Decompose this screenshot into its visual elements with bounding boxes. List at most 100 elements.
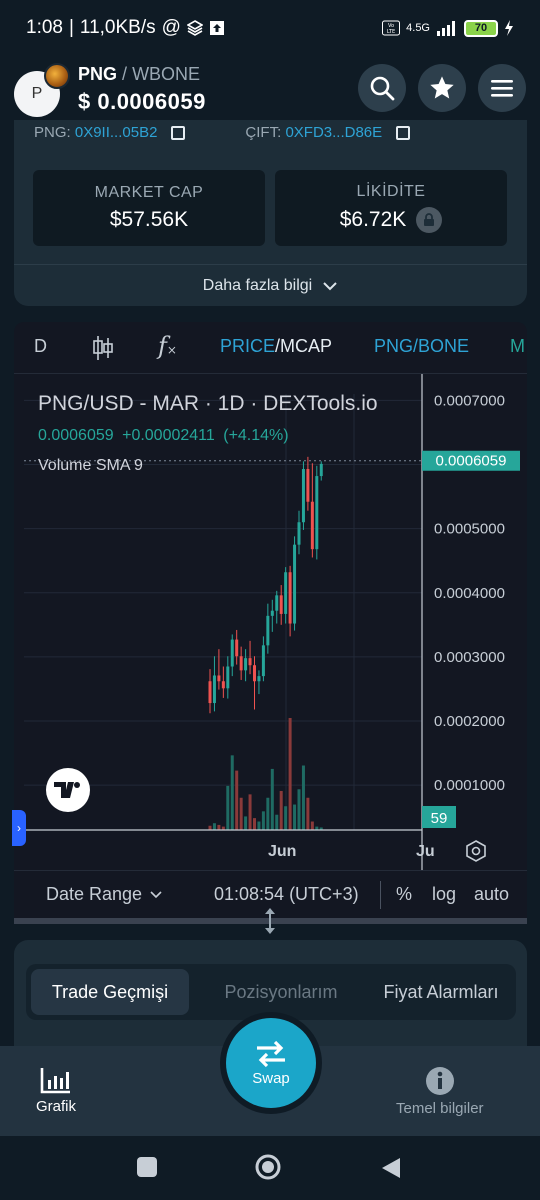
tab-trade-history[interactable]: Trade Geçmişi [31, 969, 189, 1015]
back-triangle-icon [382, 1158, 400, 1178]
nav-info[interactable]: Temel bilgiler [396, 1066, 484, 1117]
home-button[interactable] [254, 1153, 282, 1186]
chart-time: 01:08:54 (UTC+3) [214, 884, 359, 904]
candlestick-icon[interactable] [92, 334, 114, 367]
menu-button[interactable] [478, 64, 526, 112]
mcap-toggle-label: MCAP [280, 336, 333, 356]
more-toolbar-item[interactable]: M [510, 336, 525, 357]
volume-bar [239, 797, 243, 830]
volume-bar [306, 797, 310, 830]
pair-toggle[interactable]: PNG/BONE [374, 336, 469, 357]
back-button[interactable] [380, 1156, 402, 1185]
network-speed: 11,0KB/s [79, 17, 156, 38]
chevron-right-icon: › [17, 821, 21, 835]
base-symbol: PNG [78, 63, 118, 84]
candle [319, 463, 323, 477]
status-bar: 1:08 | 11,0KB/s @ Vo LTE 4.5G 70 [0, 0, 540, 56]
legend-change: +0.00002411 [122, 427, 215, 444]
square-icon [137, 1157, 157, 1177]
lock-icon[interactable] [416, 207, 443, 233]
candle [288, 572, 292, 624]
tab-price-alerts[interactable]: Fiyat Alarmları [366, 969, 516, 1015]
candle [261, 645, 265, 677]
y-tick-label: 0.0001000 [434, 777, 505, 794]
date-range-label: Date Range [46, 884, 143, 904]
hamburger-icon [491, 80, 513, 97]
layers-icon [186, 20, 203, 36]
more-info-button[interactable]: Daha fazla bilgi [14, 270, 527, 302]
volume-bar [253, 818, 256, 830]
volume-bar [261, 811, 265, 830]
candle [212, 675, 216, 704]
token-info-card: PNG: 0X9II...05B2 ÇIFT: 0XFD3...D86E MAR… [14, 120, 527, 306]
candle [235, 639, 239, 657]
liquidity-box: LİKİDİTE $6.72K [275, 170, 507, 246]
price-chart[interactable]: 0.00070000.00060000.00050000.00040000.00… [14, 374, 527, 870]
chart-panel: D f× PRICE/MCAP PNG/BONE M 0.0007000 0.00… [14, 322, 527, 924]
side-panel-toggle[interactable]: › [12, 810, 26, 846]
candle [279, 595, 283, 614]
volume-bar [266, 797, 270, 830]
auto-toggle[interactable]: auto [474, 884, 509, 905]
clock: 1:08 [26, 17, 63, 38]
tab-positions[interactable]: Pozisyonlarım [206, 969, 356, 1015]
legend-last-price: 0.0006059 [38, 427, 114, 444]
volume-bar [293, 804, 297, 830]
copy-icon[interactable] [396, 126, 411, 140]
y-tick-label: 0.0005000 [434, 521, 505, 538]
copy-icon[interactable] [171, 126, 186, 140]
indicators-icon[interactable]: f× [158, 332, 177, 360]
interval-button[interactable]: D [34, 336, 47, 357]
network-type: 4.5G [406, 22, 430, 34]
chart-title: PNG/USD - MAR · 1D · DEXTools.io [38, 392, 378, 415]
nav-chart[interactable]: Grafik [36, 1066, 76, 1115]
volume-bar [288, 718, 292, 830]
market-cap-value: $57.56K [109, 208, 189, 231]
candle [257, 676, 261, 682]
nav-info-label: Temel bilgiler [396, 1100, 484, 1117]
resize-handle[interactable] [262, 906, 278, 936]
battery-indicator: 70 [464, 19, 498, 37]
liquidity-value: $6.72K [339, 208, 407, 231]
chevron-down-icon [323, 282, 337, 291]
search-icon [370, 76, 395, 101]
tradingview-logo[interactable] [46, 768, 90, 812]
candle [226, 666, 230, 689]
pair-address-label: ÇIFT: [245, 124, 282, 141]
date-range-button[interactable]: Date Range [46, 884, 162, 905]
status-divider: | [68, 17, 74, 38]
candle [208, 681, 212, 704]
system-nav-bar [0, 1136, 540, 1200]
token-avatar[interactable]: P [14, 63, 70, 117]
candle [293, 544, 297, 624]
candle [253, 665, 256, 682]
favorite-button[interactable] [418, 64, 466, 112]
star-icon [430, 76, 454, 99]
volte-icon: Vo LTE [382, 19, 401, 37]
x-tick-label: Jun [268, 843, 296, 860]
signal-icon [436, 20, 458, 36]
liquidity-label: LİKİDİTE [356, 183, 426, 200]
candle [301, 469, 305, 523]
log-toggle[interactable]: log [432, 884, 456, 905]
x-tick-label: Ju [416, 843, 435, 860]
swap-button[interactable]: Swap [226, 1018, 316, 1108]
candle [275, 595, 279, 611]
candle [297, 522, 301, 545]
fx-label: f [158, 332, 167, 360]
volume-bar [297, 789, 301, 830]
volume-bar [248, 794, 252, 830]
bar-chart-icon [40, 1068, 70, 1094]
search-button[interactable] [358, 64, 406, 112]
price-mcap-toggle[interactable]: PRICE/MCAP [220, 336, 332, 357]
volume-bar [257, 821, 261, 830]
token-address[interactable]: 0X9II...05B2 [75, 124, 158, 141]
recent-apps-button[interactable] [136, 1156, 158, 1183]
price-toggle-label: PRICE [220, 336, 276, 356]
fx-sub: × [166, 343, 177, 357]
y-tick-label: 0.0007000 [434, 392, 505, 409]
candle [221, 681, 225, 689]
volume-bar [279, 790, 283, 830]
pair-address[interactable]: 0XFD3...D86E [285, 124, 382, 141]
percent-toggle[interactable]: % [396, 884, 412, 905]
